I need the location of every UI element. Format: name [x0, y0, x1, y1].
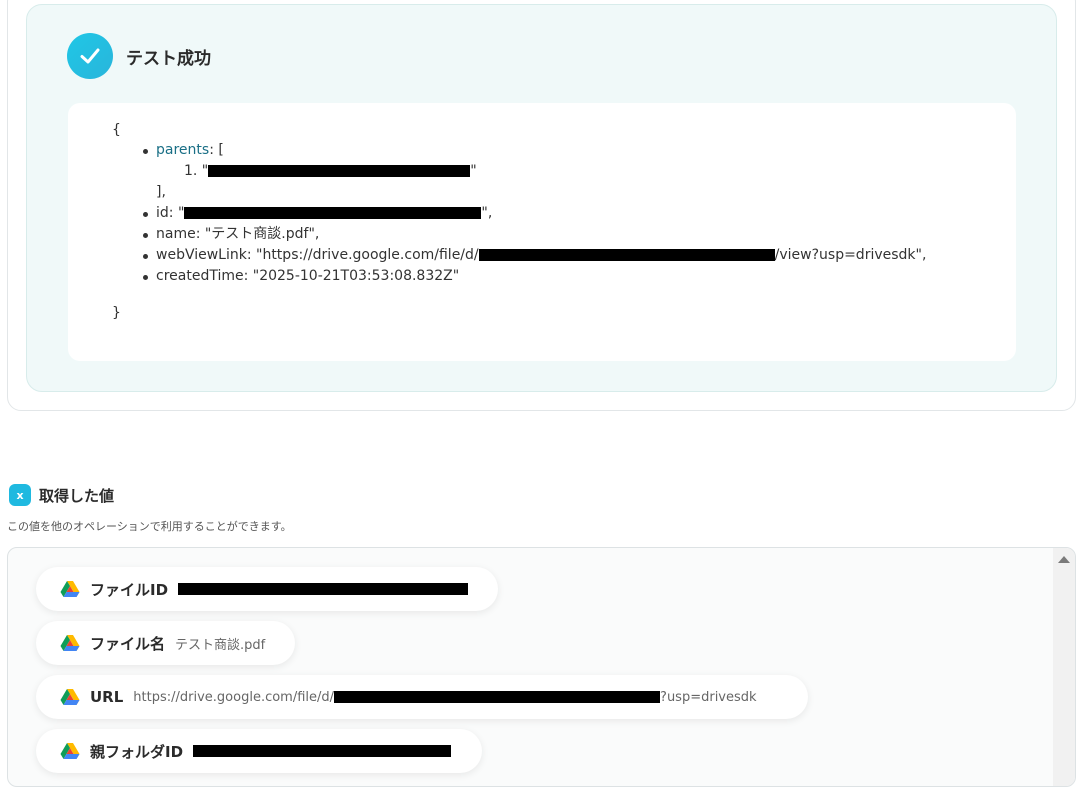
redacted-url-id [478, 249, 775, 261]
json-createdtime-item: createdTime: "2025-10-21T03:53:08.832Z" [143, 266, 926, 287]
google-drive-icon [60, 743, 80, 759]
values-description: この値を他のオペレーションで利用することができます。 [7, 520, 292, 533]
google-drive-icon [60, 581, 80, 597]
value-chip-url[interactable]: URL https://drive.google.com/file/d/?usp… [36, 675, 808, 719]
google-drive-icon [60, 635, 80, 651]
success-header: テスト成功 [67, 33, 211, 79]
json-key-list: parents: [ 1. " " ], id: " ", name: "テスト商談… [143, 140, 926, 287]
values-header: x 取得した値 [9, 484, 114, 506]
variable-icon: x [9, 484, 31, 506]
google-drive-icon [60, 689, 80, 705]
parents-array-item: 1. " " [184, 163, 477, 179]
json-output: { parents: [ 1. " " ], id: " ", name: "テスト… [68, 103, 1016, 361]
redacted-value [178, 583, 469, 595]
value-chip-file-name[interactable]: ファイル名 テスト商談.pdf [36, 621, 295, 665]
check-circle-icon [67, 33, 113, 79]
scrollbar[interactable] [1053, 548, 1075, 786]
redacted-value [193, 745, 452, 757]
json-id-item: id: " ", [143, 203, 926, 224]
json-webviewlink-item: webViewLink: "https://drive.google.com/f… [143, 245, 926, 266]
svg-text:x: x [16, 489, 23, 502]
json-name-item: name: "テスト商談.pdf", [143, 224, 926, 245]
success-title: テスト成功 [126, 48, 211, 69]
scroll-up-arrow-icon[interactable] [1058, 556, 1070, 563]
bullet [143, 149, 148, 154]
json-open-brace: { [112, 122, 121, 138]
redacted-parent-id [208, 165, 471, 177]
redacted-value [334, 691, 661, 703]
parents-key[interactable]: parents [156, 142, 209, 158]
parents-close: ], [156, 184, 166, 200]
value-chip-file-id[interactable]: ファイルID [36, 567, 498, 611]
value-chip-parent-folder-id[interactable]: 親フォルダID [36, 729, 482, 773]
values-list[interactable]: ファイルID ファイル名 テスト商談.pdf URL https://drive… [7, 547, 1076, 787]
redacted-file-id [184, 207, 482, 219]
json-close-brace: } [112, 305, 121, 321]
json-parents-item: parents: [ 1. " " ], [143, 140, 926, 203]
values-title: 取得した値 [39, 486, 115, 505]
parents-open: : [ [209, 142, 224, 158]
success-panel: テスト成功 { parents: [ 1. " " ], id: " ", name… [26, 4, 1057, 392]
